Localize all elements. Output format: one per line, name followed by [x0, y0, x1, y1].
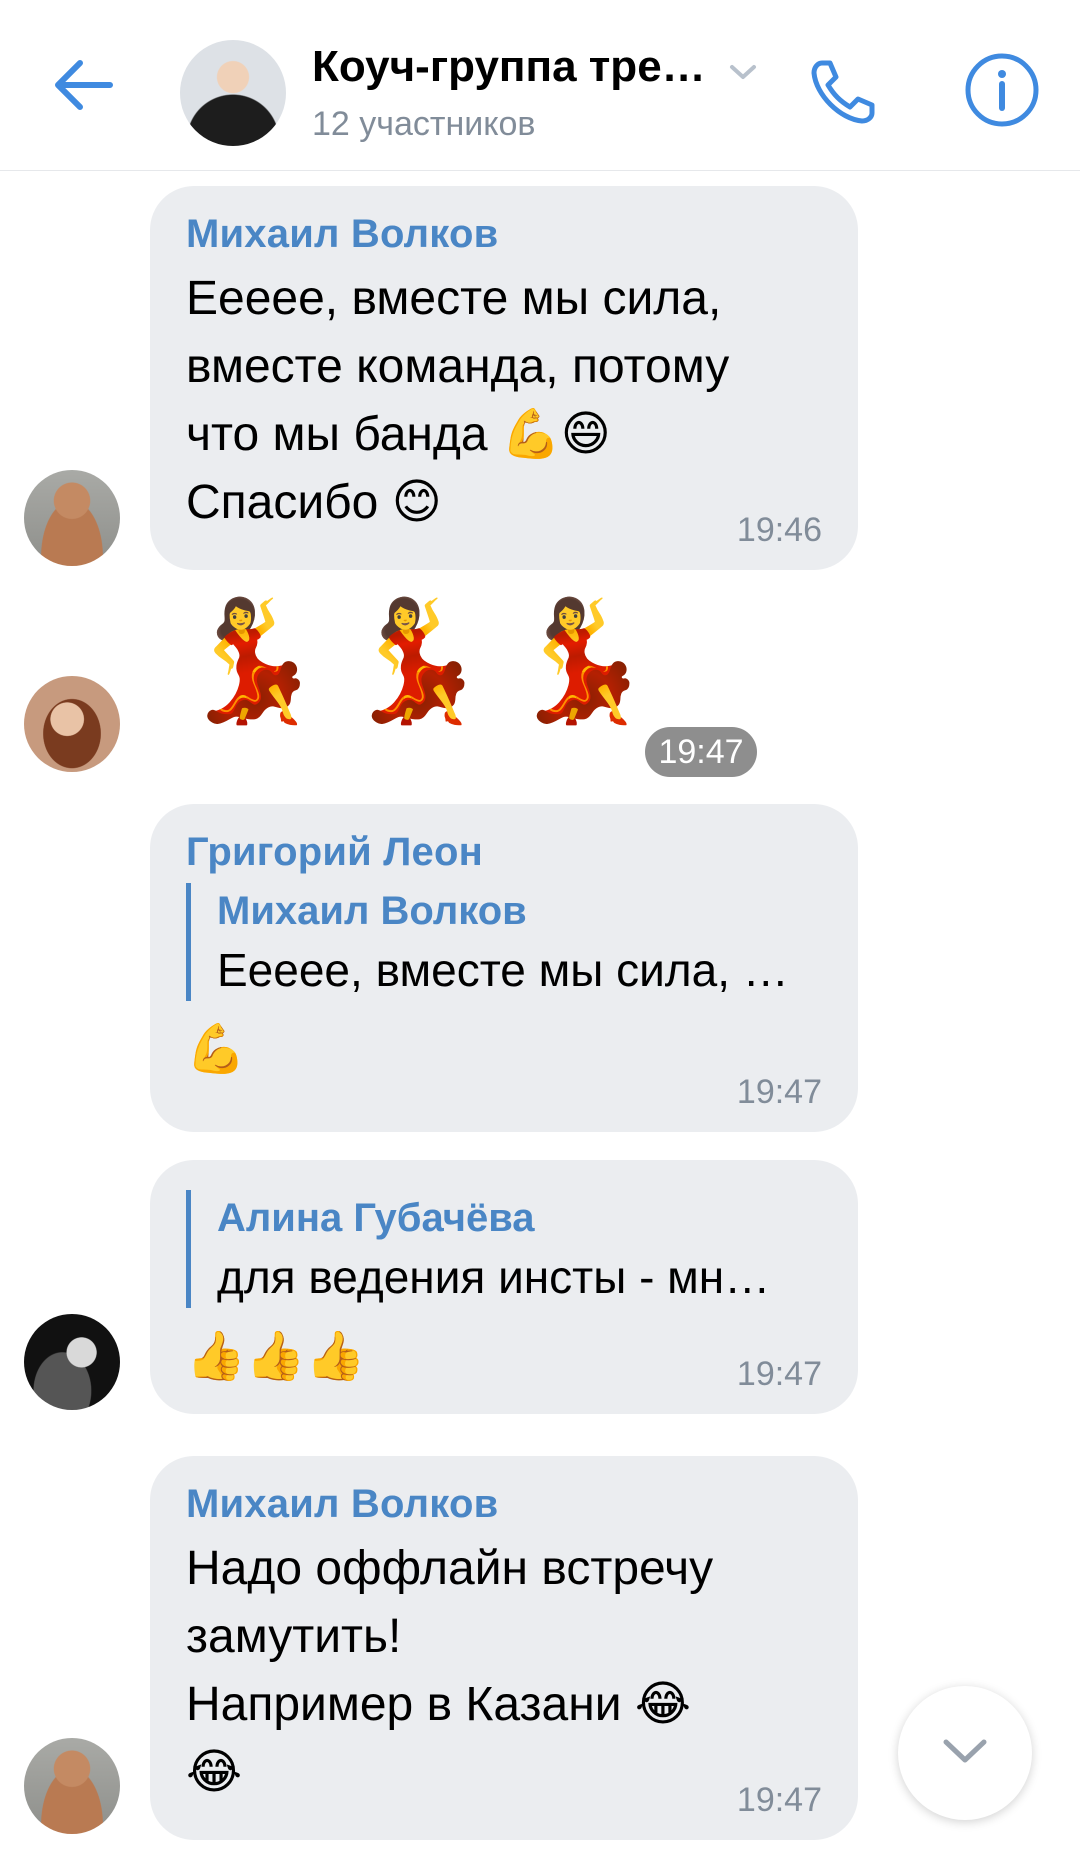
- call-button[interactable]: [808, 55, 880, 127]
- message-line: Ееееe, вместе мы сила,: [186, 272, 722, 325]
- message-line: Например в Казани 😂: [186, 1678, 691, 1731]
- avatar[interactable]: [24, 1738, 120, 1834]
- reply-text: Ееееe, вместе мы сила, …: [217, 944, 789, 996]
- message-text: Надо оффлайн встречу замутить! Например …: [186, 1535, 822, 1807]
- message-time: 19:47: [645, 727, 757, 777]
- info-button[interactable]: [962, 50, 1042, 130]
- reply-quote[interactable]: Михаил Волков Ееееe, вместе мы сила, …: [186, 883, 822, 1001]
- message-author[interactable]: Григорий Леон: [186, 830, 822, 875]
- reply-author: Михаил Волков: [217, 889, 527, 933]
- message-bubble[interactable]: Михаил Волков Ееееe, вместе мы сила, вме…: [150, 186, 858, 570]
- message-line: что мы банда 💪😄: [186, 408, 611, 461]
- chat-title[interactable]: Коуч-группа тре…: [312, 42, 706, 92]
- message-time: 19:46: [736, 511, 822, 549]
- chat-header: Коуч-группа тре… 12 участников: [0, 0, 1080, 171]
- message-bubble[interactable]: Григорий Леон Михаил Волков Ееееe, вмест…: [150, 804, 858, 1132]
- arrow-left-icon: [55, 60, 113, 110]
- chat-avatar[interactable]: [180, 40, 286, 146]
- message-time: 19:47: [736, 1073, 822, 1111]
- message-time: 19:47: [736, 1781, 822, 1819]
- message-bubble[interactable]: Алина Губачёва для ведения инсты - мн… 👍…: [150, 1160, 858, 1414]
- message-text: 💪: [186, 1021, 246, 1077]
- reply-author: Алина Губачёва: [217, 1196, 535, 1240]
- message-author[interactable]: Михаил Волков: [186, 212, 822, 257]
- message-line: Надо оффлайн встречу: [186, 1542, 714, 1595]
- avatar[interactable]: [24, 1314, 120, 1410]
- reply-quote[interactable]: Алина Губачёва для ведения инсты - мн…: [186, 1190, 822, 1308]
- message-line: вместе команда, потому: [186, 340, 730, 393]
- avatar[interactable]: [24, 470, 120, 566]
- avatar[interactable]: [24, 676, 120, 772]
- message-text: 👍👍👍: [186, 1328, 366, 1384]
- message-line: Спасибо 😊: [186, 476, 442, 529]
- phone-icon: [811, 60, 875, 124]
- info-icon: [965, 53, 1039, 127]
- message-author[interactable]: Михаил Волков: [186, 1482, 822, 1527]
- message-line: замутить!: [186, 1610, 402, 1663]
- emoji-message[interactable]: 💃💃💃: [178, 590, 673, 730]
- message-bubble[interactable]: Михаил Волков Надо оффлайн встречу замут…: [150, 1456, 858, 1840]
- members-count: 12 участников: [312, 105, 536, 143]
- message-time: 19:47: [736, 1355, 822, 1393]
- scroll-down-button[interactable]: [898, 1686, 1032, 1820]
- message-text: Ееееe, вместе мы сила, вместе команда, п…: [186, 265, 822, 537]
- reply-text: для ведения инсты - мн…: [217, 1251, 771, 1303]
- back-button[interactable]: [50, 55, 120, 115]
- chevron-down-icon[interactable]: [728, 62, 758, 82]
- chevron-down-icon: [943, 1739, 987, 1763]
- message-line: 😂: [186, 1746, 243, 1799]
